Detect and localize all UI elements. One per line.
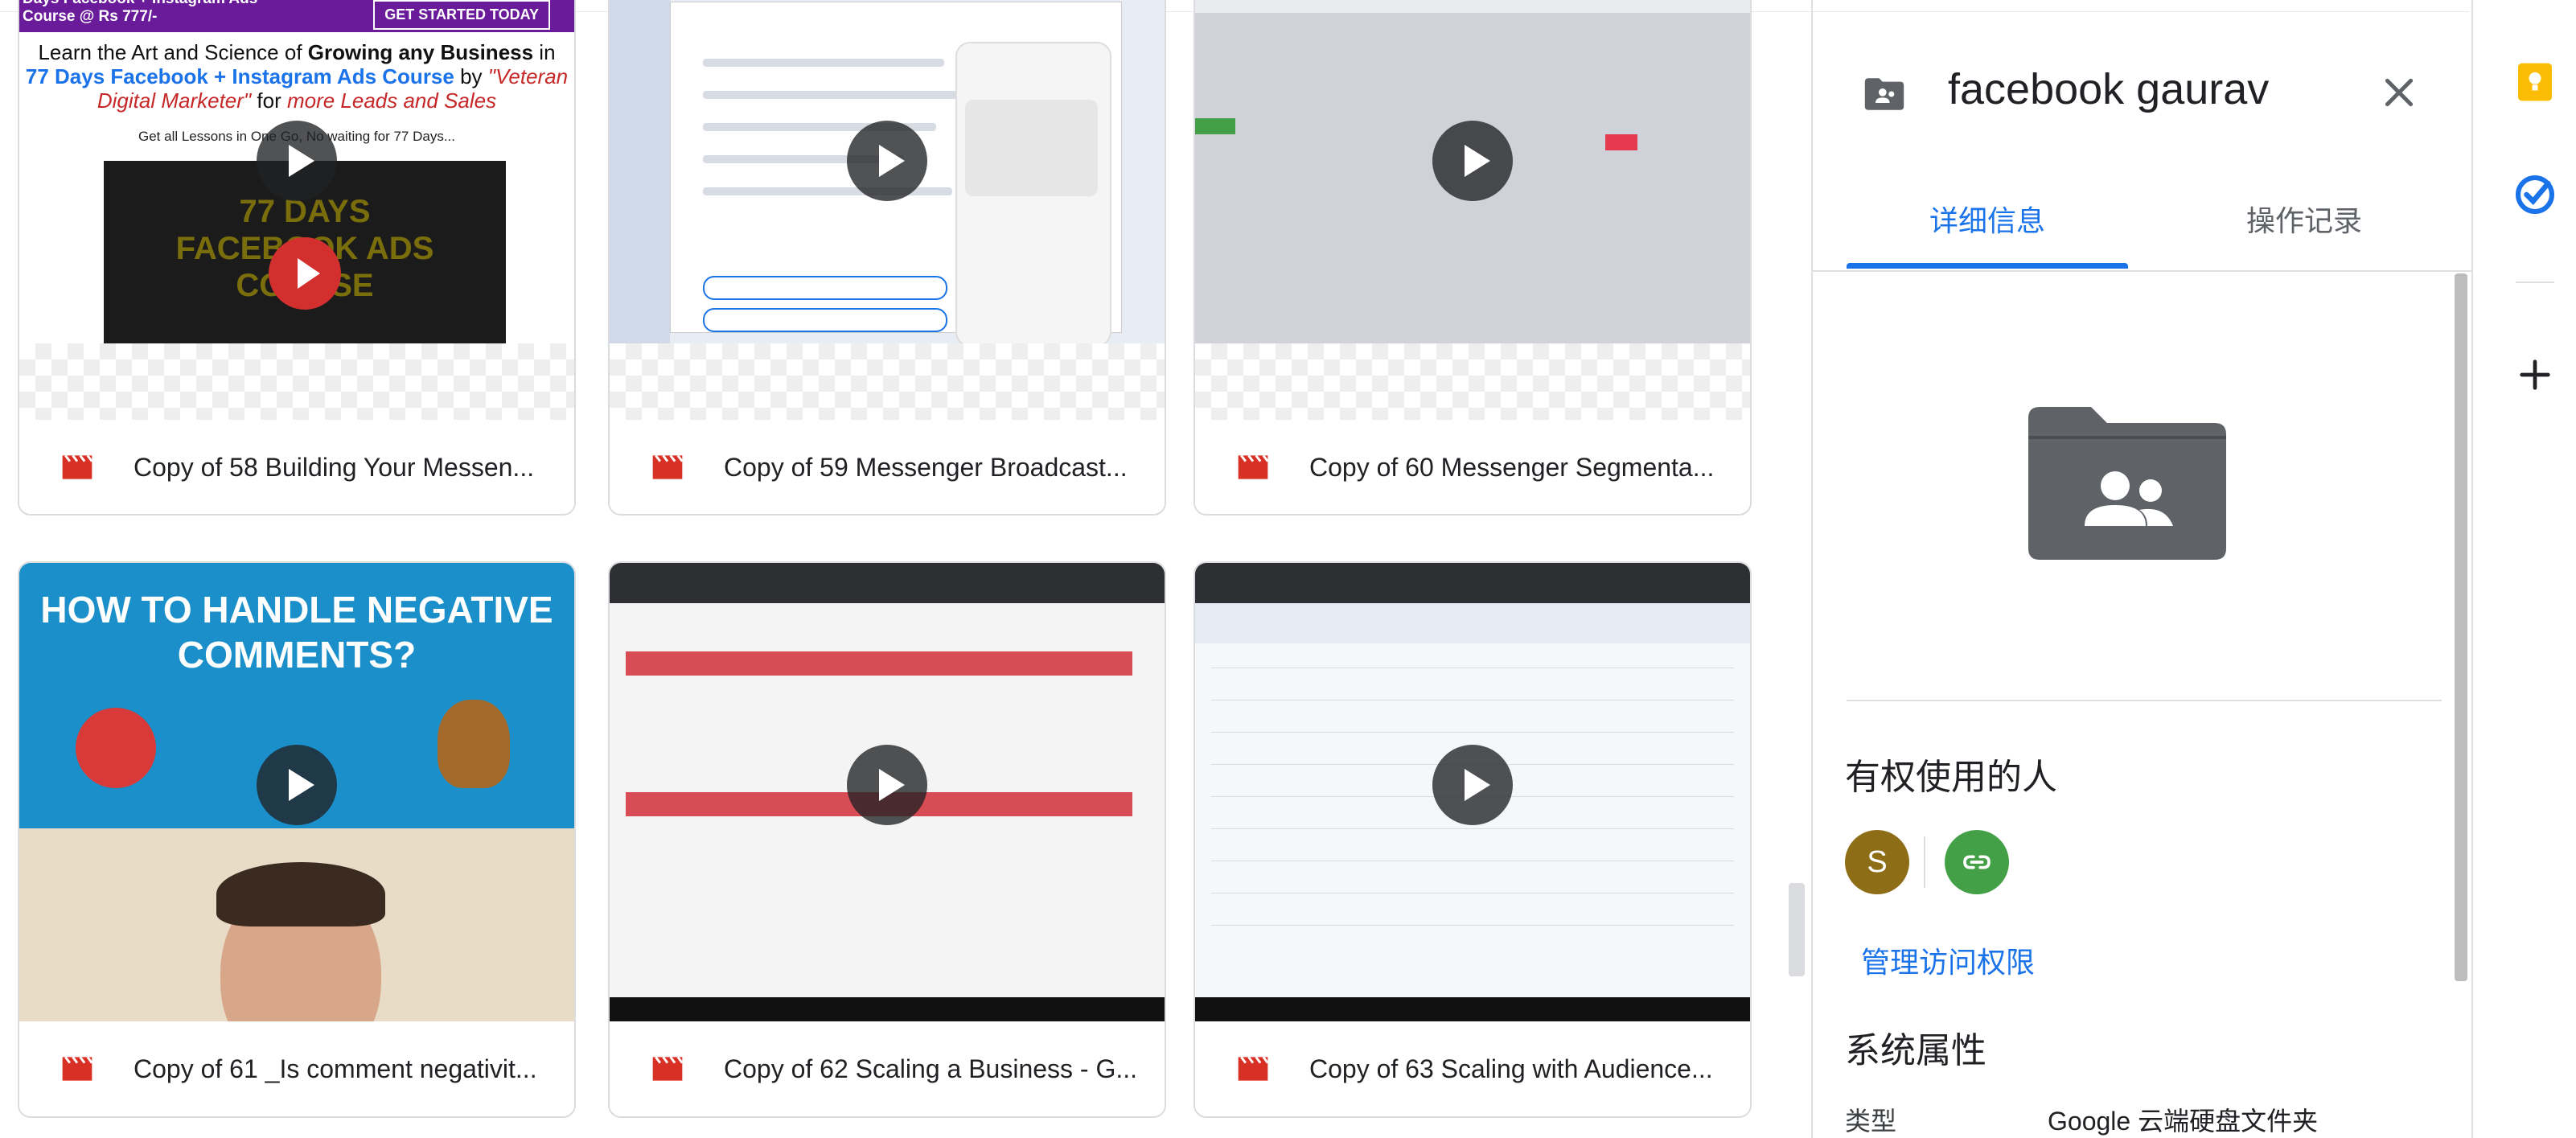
avatar-separator <box>1924 836 1925 888</box>
thumb-bubble <box>965 100 1098 196</box>
play-icon[interactable] <box>257 121 337 202</box>
shared-folder-icon <box>2028 407 2226 560</box>
main-scrollbar[interactable] <box>1789 883 1805 976</box>
ad-banner-text: Days Facebook + Instagram Ads Course @ R… <box>23 0 257 25</box>
thumb-line <box>703 91 960 99</box>
video-file-icon <box>1238 1056 1269 1081</box>
thumb-phone <box>955 42 1111 343</box>
file-title: Copy of 62 Scaling a Business - G... <box>724 1054 1138 1083</box>
video-thumbnail: HOW TO HANDLE NEGATIVE COMMENTS? <box>19 563 574 1021</box>
shared-folder-icon <box>1864 78 1904 110</box>
ad-headline: Learn the Art and Science of Growing any… <box>25 40 569 113</box>
file-footer: Copy of 59 Messenger Broadcast... <box>610 420 1165 514</box>
thumb-dock <box>610 997 1165 1021</box>
file-card[interactable]: Copy of 59 Messenger Broadcast... <box>608 0 1166 516</box>
link-share-avatar[interactable] <box>1945 830 2009 894</box>
thumb-browser-bar <box>610 563 1165 603</box>
thumb-toolbar <box>1195 603 1750 643</box>
video-thumbnail: Days Facebook + Instagram Ads Course @ R… <box>19 0 574 343</box>
file-title: Copy of 60 Messenger Segmenta... <box>1309 453 1715 482</box>
video-thumbnail <box>1195 0 1750 343</box>
file-title: Copy of 61 _Is comment negativit... <box>134 1054 537 1083</box>
red-play-icon <box>269 237 341 310</box>
type-value: Google 云端硬盘文件夹 <box>2048 1107 2319 1136</box>
thumbnail-headline: HOW TO HANDLE NEGATIVE COMMENTS? <box>40 589 553 676</box>
file-card[interactable]: Copy of 62 Scaling a Business - G... <box>608 561 1166 1118</box>
play-icon[interactable] <box>847 121 927 202</box>
file-card[interactable]: Copy of 63 Scaling with Audience... <box>1194 561 1752 1118</box>
section-divider <box>1847 700 2442 701</box>
play-icon[interactable] <box>847 745 927 826</box>
avatar[interactable]: S <box>1845 830 1909 894</box>
thumb-green-button <box>1195 118 1235 134</box>
file-card[interactable]: Copy of 60 Messenger Segmenta... <box>1194 0 1752 516</box>
thumb-row <box>1211 893 1734 894</box>
ad-cta-button: GET STARTED TODAY <box>373 0 550 30</box>
file-footer: Copy of 60 Messenger Segmenta... <box>1195 420 1750 514</box>
keep-icon[interactable] <box>2512 60 2558 105</box>
tabs-divider <box>1813 270 2471 272</box>
panel-title: facebook gaurav <box>1948 65 2270 113</box>
thumbnail-background <box>610 343 1165 420</box>
play-icon[interactable] <box>1432 121 1513 202</box>
file-footer: Copy of 63 Scaling with Audience... <box>1195 1021 1750 1116</box>
thumbnail-background <box>19 343 574 420</box>
thumb-browser-bar <box>1195 563 1750 603</box>
manage-access-link[interactable]: 管理访问权限 <box>1861 939 2035 981</box>
sidebar-separator <box>2516 281 2554 283</box>
file-card[interactable]: Days Facebook + Instagram Ads Course @ R… <box>18 0 576 516</box>
thumb-sidebar <box>610 0 670 343</box>
video-file-icon <box>652 454 684 479</box>
close-icon[interactable] <box>2379 72 2419 113</box>
play-icon[interactable] <box>257 745 337 826</box>
video-file-icon <box>652 1056 684 1081</box>
file-card[interactable]: HOW TO HANDLE NEGATIVE COMMENTS? Copy of… <box>18 561 576 1118</box>
thumbnail-background <box>1195 343 1750 420</box>
type-label: 类型 <box>1845 1107 1897 1136</box>
panel-divider <box>1811 0 1813 1138</box>
thumb-pill <box>703 276 947 300</box>
access-section-title: 有权使用的人 <box>1845 758 2057 797</box>
tab-activity[interactable]: 操作记录 <box>2163 185 2445 273</box>
link-icon <box>1963 855 1991 869</box>
video-thumbnail <box>1195 563 1750 1021</box>
thumb-row <box>1211 732 1734 733</box>
system-properties-title: 系统属性 <box>1845 1031 1986 1070</box>
tasks-icon[interactable] <box>2512 172 2558 217</box>
active-tab-indicator <box>1847 263 2128 269</box>
thumb-line <box>703 59 944 67</box>
file-title: Copy of 59 Messenger Broadcast... <box>724 453 1128 482</box>
poop-emoji-icon <box>438 700 510 788</box>
sidebar-divider <box>2471 0 2473 1138</box>
tab-details[interactable]: 详细信息 <box>1847 185 2128 273</box>
video-file-icon <box>1238 454 1269 479</box>
file-footer: Copy of 61 _Is comment negativit... <box>19 1021 574 1116</box>
file-footer: Copy of 62 Scaling a Business - G... <box>610 1021 1165 1116</box>
thumb-pill <box>703 308 947 332</box>
file-title: Copy of 58 Building Your Messen... <box>134 453 535 482</box>
thumb-red-header <box>626 651 1132 676</box>
thumb-row <box>1211 925 1734 926</box>
thumb-topbar <box>1195 0 1750 13</box>
thumb-hair <box>216 862 385 926</box>
angry-emoji-icon <box>76 708 156 788</box>
thumb-red-button <box>1605 134 1637 150</box>
panel-scrollbar[interactable] <box>2455 273 2467 981</box>
file-title: Copy of 63 Scaling with Audience... <box>1309 1054 1713 1083</box>
video-thumbnail <box>610 563 1165 1021</box>
file-footer: Copy of 58 Building Your Messen... <box>19 420 574 514</box>
play-icon[interactable] <box>1432 745 1513 826</box>
thumb-row <box>1211 828 1734 829</box>
video-file-icon <box>62 454 93 479</box>
video-file-icon <box>62 1056 93 1081</box>
add-icon[interactable] <box>2512 352 2558 397</box>
video-thumbnail <box>610 0 1165 343</box>
thumb-dock <box>1195 997 1750 1021</box>
